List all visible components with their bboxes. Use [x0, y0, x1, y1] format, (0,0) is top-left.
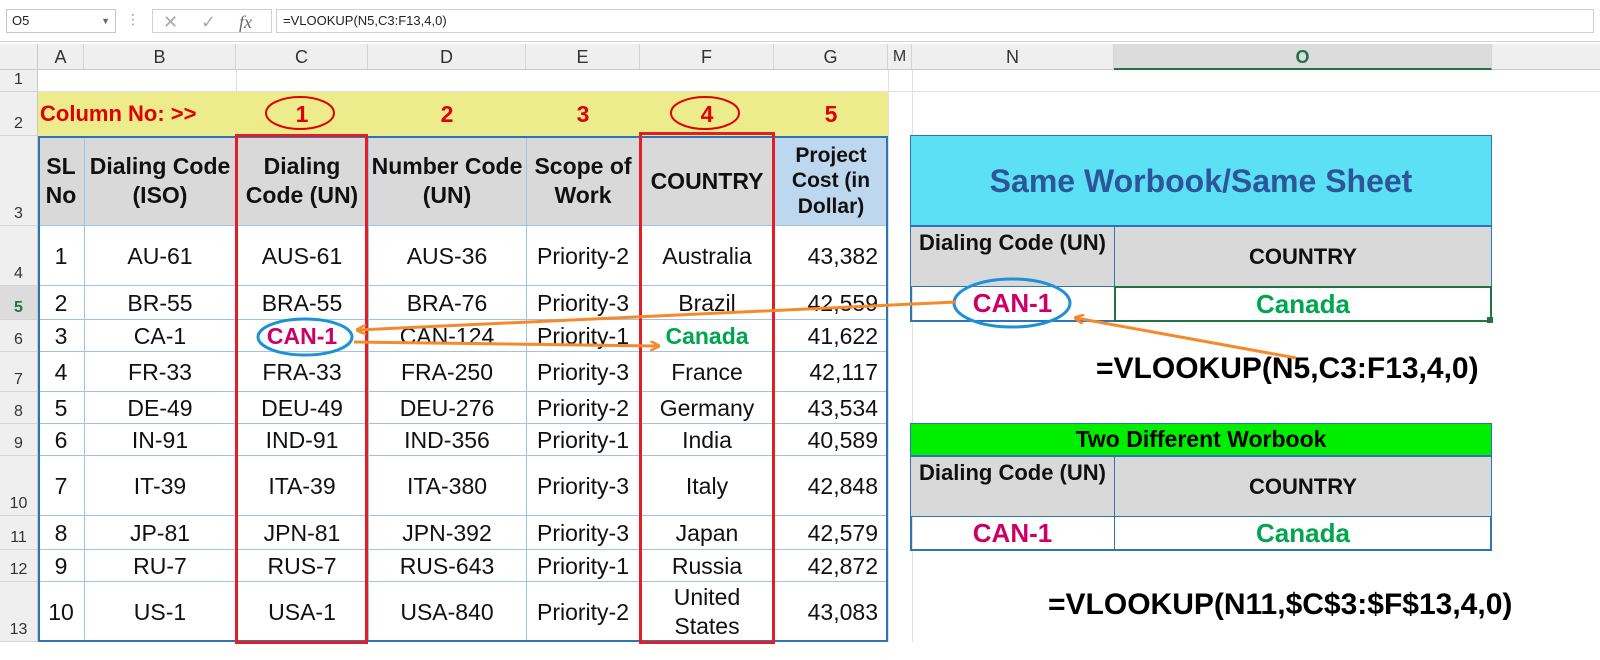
formula-input[interactable]: =VLOOKUP(N5,C3:F13,4,0) — [276, 9, 1594, 33]
col-header-g[interactable]: G — [774, 44, 888, 70]
column-number-5: 5 — [824, 100, 838, 127]
two-workbook-lookup-value[interactable]: CAN-1 — [911, 517, 1114, 550]
col-header-b[interactable]: B — [84, 44, 236, 70]
two-workbook-title: Two Different Worbook — [911, 424, 1491, 455]
same-sheet-result-cell[interactable]: Canada — [1114, 286, 1492, 322]
col-header-d[interactable]: D — [368, 44, 526, 70]
row-header-3[interactable]: 3 — [0, 136, 38, 226]
row-header-5[interactable]: 5 — [0, 286, 38, 320]
column-number-2: 2 — [440, 100, 454, 127]
col-header-n[interactable]: N — [912, 44, 1114, 70]
two-workbook-formula-note: =VLOOKUP(N11,$C$3:$F$13,4,0) — [1048, 588, 1513, 621]
fill-handle[interactable] — [1487, 317, 1493, 323]
function-icon[interactable]: fx — [239, 10, 252, 34]
col-header-e[interactable]: E — [526, 44, 640, 70]
same-sheet-col2-header[interactable]: COUNTRY — [1114, 227, 1491, 286]
col-header-f[interactable]: F — [640, 44, 774, 70]
row-header-9[interactable]: 9 — [0, 424, 38, 456]
column-c-highlight — [235, 134, 368, 644]
column-number-label: Column No: >> — [40, 101, 197, 127]
row-header-1[interactable]: 1 — [0, 70, 38, 92]
column-number-4: 4 — [700, 100, 714, 127]
column-f-highlight — [639, 132, 775, 644]
col-header-o[interactable]: O — [1114, 44, 1492, 70]
same-sheet-formula-note: =VLOOKUP(N5,C3:F13,4,0) — [1096, 352, 1479, 385]
row-header-2[interactable]: 2 — [0, 92, 38, 136]
row-header-8[interactable]: 8 — [0, 392, 38, 424]
row-header-4[interactable]: 4 — [0, 226, 38, 286]
col-header-a[interactable]: A — [38, 44, 84, 70]
column-number-1: 1 — [295, 100, 309, 127]
row-header-12[interactable]: 12 — [0, 550, 38, 582]
col-header-c[interactable]: C — [236, 44, 368, 70]
column-number-3: 3 — [576, 100, 590, 127]
two-workbook-result-cell[interactable]: Canada — [1115, 517, 1491, 550]
row-header-13[interactable]: 13 — [0, 582, 38, 642]
row-header-11[interactable]: 11 — [0, 516, 38, 550]
two-workbook-col1-header[interactable]: Dialing Code (UN) — [911, 457, 1114, 516]
same-sheet-lookup-value[interactable]: CAN-1 — [911, 287, 1114, 320]
gridline — [888, 70, 889, 642]
same-sheet-col1-header[interactable]: Dialing Code (UN) — [911, 227, 1114, 286]
two-workbook-col2-header[interactable]: COUNTRY — [1114, 457, 1491, 516]
col-header-empty — [1492, 44, 1600, 70]
formula-buttons: ✕ ✓ fx — [152, 9, 272, 33]
same-sheet-title: Same Worbook/Same Sheet — [911, 136, 1491, 225]
chevron-down-icon[interactable]: ▼ — [101, 10, 110, 32]
name-box[interactable]: O5 ▼ — [6, 9, 116, 33]
col-header-m[interactable]: M — [888, 44, 912, 70]
enter-icon[interactable]: ✓ — [201, 10, 216, 34]
row-header-10[interactable]: 10 — [0, 456, 38, 516]
select-all-corner[interactable] — [0, 44, 38, 70]
gridline — [236, 70, 237, 92]
row-header-6[interactable]: 6 — [0, 320, 38, 352]
row-header-7[interactable]: 7 — [0, 352, 38, 392]
cancel-icon[interactable]: ✕ — [163, 10, 178, 34]
separator-dots-icon: ⋮ — [126, 11, 140, 27]
